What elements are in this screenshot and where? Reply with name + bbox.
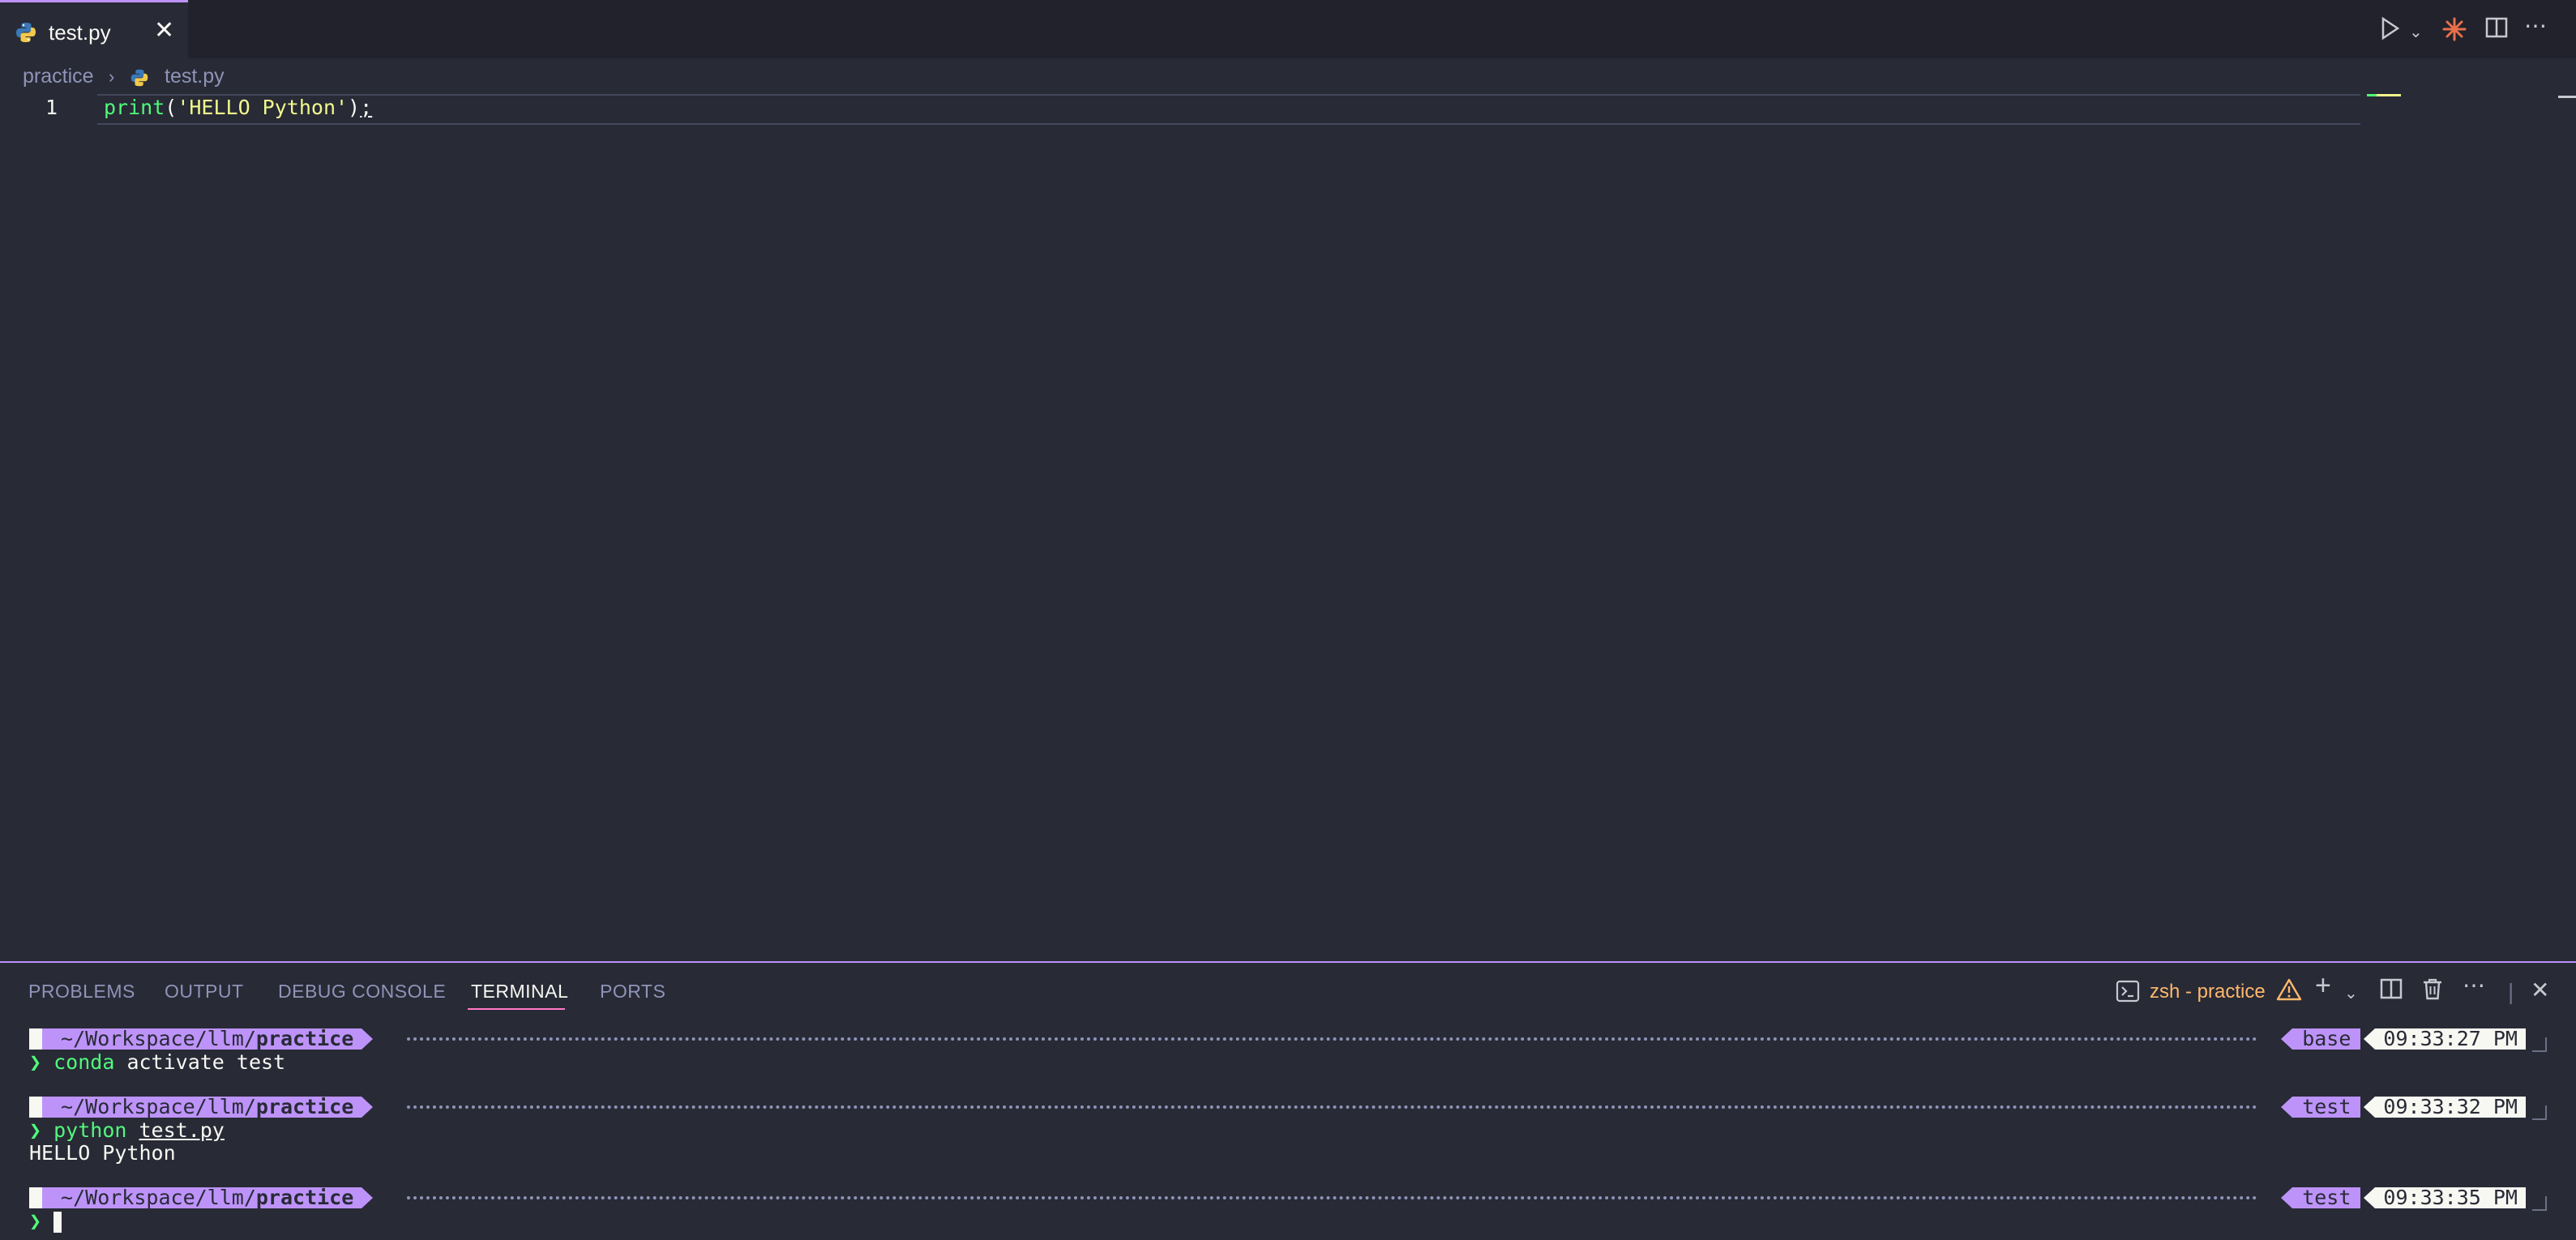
python-file-icon xyxy=(130,68,149,93)
tab-terminal[interactable]: TERMINAL xyxy=(471,981,568,1003)
prompt-time: 09:33:35 PM xyxy=(2375,1187,2526,1208)
minimap[interactable] xyxy=(2367,94,2377,96)
powerline-arrow xyxy=(362,1028,374,1050)
prompt-filler xyxy=(407,1196,2258,1199)
powerline-arrow xyxy=(2281,1028,2293,1050)
prompt-corner xyxy=(2532,1196,2547,1211)
editor-tab-bar: test.py ✕ ⌄ ⋯ xyxy=(0,0,2576,58)
command-name: conda xyxy=(53,1050,115,1074)
tab-output[interactable]: OUTPUT xyxy=(165,981,244,1003)
powerline-arrow xyxy=(362,1187,374,1208)
breadcrumb-file[interactable]: test.py xyxy=(165,65,225,88)
prompt-time: 09:33:27 PM xyxy=(2375,1028,2526,1050)
program-output: HELLO Python xyxy=(29,1141,176,1165)
apple-icon xyxy=(29,1097,42,1118)
tab-test-py[interactable]: test.py ✕ xyxy=(0,0,188,58)
tab-title: test.py xyxy=(49,20,111,45)
code-string: 'HELLO Python' xyxy=(177,96,349,119)
command-name: python xyxy=(53,1118,127,1142)
tab-ports[interactable]: PORTS xyxy=(600,981,665,1003)
command-line[interactable]: ❯ xyxy=(29,1209,62,1233)
bottom-panel: PROBLEMS OUTPUT DEBUG CONSOLE TERMINAL P… xyxy=(0,961,2576,1240)
chevron-down-icon[interactable]: ⌄ xyxy=(2409,19,2423,45)
prompt-row: ~/Workspace/llm/practice test 09:33:32 P… xyxy=(29,1096,2547,1120)
path-prefix: ~/Workspace/llm/ xyxy=(49,1027,256,1050)
prompt-time: 09:33:32 PM xyxy=(2375,1097,2526,1118)
code-paren-open: ( xyxy=(165,96,178,119)
powerline-arrow xyxy=(362,1097,374,1118)
prompt-row: ~/Workspace/llm/practice base 09:33:27 P… xyxy=(29,1028,2547,1052)
command-args xyxy=(126,1118,139,1142)
tab-debug-console[interactable]: DEBUG CONSOLE xyxy=(278,981,446,1003)
chevron-right-icon: › xyxy=(109,66,115,87)
prompt-path: ~/Workspace/llm/practice xyxy=(42,1028,362,1050)
path-dir: practice xyxy=(255,1186,354,1209)
code-paren-close: ) xyxy=(348,96,361,119)
conda-env: base xyxy=(2292,1028,2361,1050)
prompt-filler xyxy=(407,1037,2258,1041)
tab-problems[interactable]: PROBLEMS xyxy=(28,981,135,1003)
path-prefix: ~/Workspace/llm/ xyxy=(49,1186,256,1209)
prompt-row: ~/Workspace/llm/practice test 09:33:35 P… xyxy=(29,1187,2547,1211)
warning-icon[interactable] xyxy=(2276,977,2302,1007)
active-tab-indicator xyxy=(468,1008,565,1010)
python-file-icon xyxy=(15,21,37,48)
code-semicolon: ; xyxy=(360,96,373,119)
current-line-highlight xyxy=(97,94,2360,125)
path-dir: practice xyxy=(255,1095,354,1118)
terminal-cursor xyxy=(53,1212,62,1233)
prompt-path: ~/Workspace/llm/practice xyxy=(42,1097,362,1118)
terminal-icon xyxy=(2116,979,2140,1009)
command-file-arg[interactable]: test.py xyxy=(139,1118,225,1142)
apple-icon xyxy=(29,1187,42,1208)
conda-env: test xyxy=(2292,1097,2361,1118)
run-icon[interactable] xyxy=(2380,16,2401,46)
more-actions-icon[interactable]: ⋯ xyxy=(2463,973,2485,998)
split-editor-icon[interactable] xyxy=(2485,16,2508,45)
powerline-arrow xyxy=(2281,1097,2293,1118)
minimap-string xyxy=(2377,94,2401,96)
more-actions-icon[interactable]: ⋯ xyxy=(2524,13,2547,39)
prompt-corner xyxy=(2532,1105,2547,1120)
overview-ruler[interactable] xyxy=(2558,96,2576,98)
close-panel-icon[interactable]: ✕ xyxy=(2531,977,2549,1003)
trash-icon[interactable] xyxy=(2422,977,2443,1006)
copilot-sparkle-icon[interactable] xyxy=(2441,16,2467,48)
code-line[interactable]: print('HELLO Python'); xyxy=(104,96,372,119)
close-icon[interactable]: ✕ xyxy=(154,16,174,45)
path-prefix: ~/Workspace/llm/ xyxy=(49,1095,256,1118)
prompt-chevron: ❯ xyxy=(29,1118,42,1142)
new-terminal-icon[interactable]: + xyxy=(2315,972,2331,999)
apple-icon xyxy=(29,1028,42,1050)
breadcrumb-folder[interactable]: practice xyxy=(23,65,94,88)
prompt-path: ~/Workspace/llm/practice xyxy=(42,1187,362,1208)
powerline-arrow xyxy=(2281,1187,2293,1208)
code-editor[interactable]: 1 print('HELLO Python'); xyxy=(0,92,2576,960)
command-line: ❯ python test.py xyxy=(29,1118,225,1142)
command-args: activate test xyxy=(114,1050,286,1074)
code-function: print xyxy=(104,96,165,119)
command-line: ❯ conda activate test xyxy=(29,1050,285,1074)
conda-env: test xyxy=(2292,1187,2361,1208)
prompt-filler xyxy=(407,1105,2258,1109)
path-dir: practice xyxy=(255,1027,354,1050)
prompt-corner xyxy=(2532,1037,2547,1052)
powerline-arrow xyxy=(2364,1028,2376,1050)
split-terminal-icon[interactable] xyxy=(2380,977,2403,1006)
powerline-arrow xyxy=(2364,1187,2376,1208)
line-number: 1 xyxy=(45,96,58,119)
prompt-chevron: ❯ xyxy=(29,1209,42,1233)
chevron-down-icon[interactable]: ⌄ xyxy=(2344,981,2358,1007)
powerline-arrow xyxy=(2364,1097,2376,1118)
terminal-shell-label[interactable]: zsh - practice xyxy=(2150,981,2266,1003)
panel-divider: | xyxy=(2508,979,2514,1004)
prompt-chevron: ❯ xyxy=(29,1050,42,1074)
